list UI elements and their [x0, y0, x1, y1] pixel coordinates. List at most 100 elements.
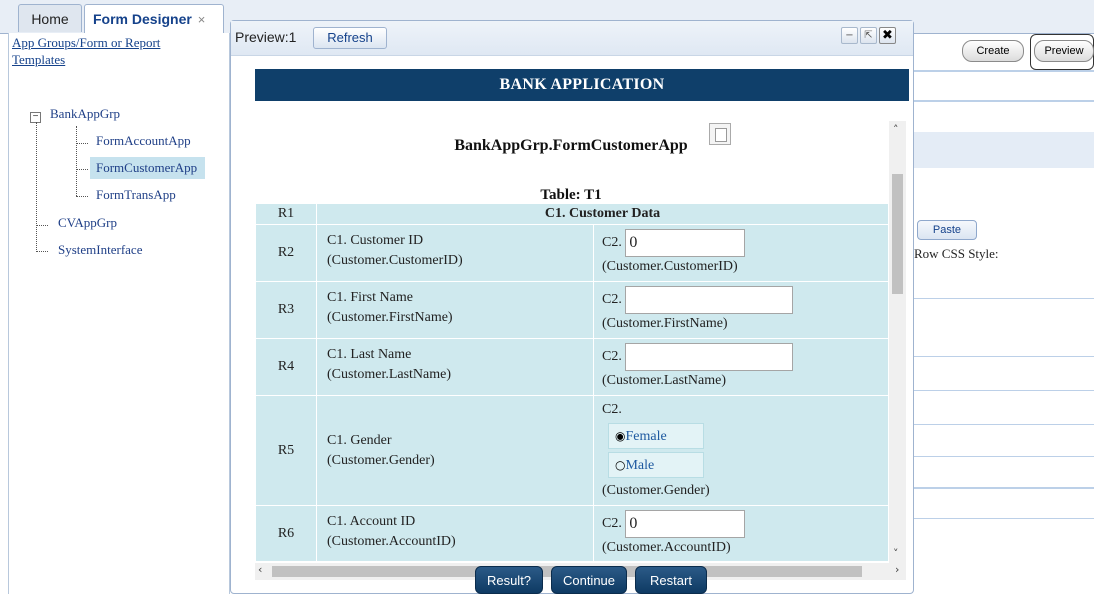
field-binding: (Customer.LastName): [327, 367, 452, 382]
table-row: R5 C1. Gender (Customer.Gender) C2. ◉Fema…: [255, 395, 889, 506]
tree-connector: [76, 196, 88, 197]
tab-form-designer-label: Form Designer: [93, 11, 192, 27]
account-id-input[interactable]: 0: [625, 510, 746, 538]
row-number: R1: [255, 203, 317, 225]
tree-connector: [36, 122, 37, 252]
table-row: R3 C1. First Name (Customer.FirstName) C2…: [255, 281, 889, 339]
tab-home-label: Home: [31, 11, 69, 27]
table-row: R6 C1. Account ID (Customer.AccountID) C2…: [255, 505, 889, 561]
row-number: R2: [255, 224, 317, 282]
divider: [914, 456, 1094, 457]
tree-node-bankappgrp[interactable]: BankAppGrp: [50, 106, 120, 122]
tree-connector: [76, 169, 88, 170]
radio-selected-icon: ◉: [615, 429, 626, 443]
field-label: C1. Customer ID (Customer.CustomerID): [316, 224, 594, 282]
field-label-text: C1. Last Name: [327, 347, 412, 362]
field-label-text: C1. Account ID: [327, 514, 416, 529]
field-binding: (Customer.FirstName): [602, 316, 728, 331]
tree-root-link[interactable]: App Groups/Form or Report Templates: [12, 34, 202, 68]
tree-connector: [76, 126, 77, 196]
preview-button[interactable]: Preview: [1034, 40, 1094, 62]
form-title: BankAppGrp.FormCustomerApp: [454, 137, 688, 154]
app-banner: BANK APPLICATION: [255, 69, 909, 101]
create-button[interactable]: Create: [962, 40, 1024, 62]
divider: [914, 390, 1094, 391]
divider: [914, 356, 1094, 357]
field-label-text: C1. First Name: [327, 290, 413, 305]
tab-form-designer[interactable]: Form Designer ×: [84, 4, 224, 34]
gender-radio-female[interactable]: ◉Female: [608, 423, 704, 449]
vertical-scrollbar[interactable]: ˄ ˅: [889, 121, 906, 567]
field-value-cell: C2. 0 (Customer.AccountID): [593, 505, 889, 561]
customer-id-input[interactable]: 0: [625, 229, 746, 257]
vertical-scroll-thumb[interactable]: [892, 174, 903, 294]
field-binding: (Customer.CustomerID): [327, 253, 463, 268]
last-name-input[interactable]: [625, 343, 794, 371]
field-label: C1. First Name (Customer.FirstName): [316, 281, 594, 339]
field-binding: (Customer.CustomerID): [602, 259, 738, 274]
tree-connector: [36, 251, 48, 252]
dialog-title: Preview:1: [235, 29, 297, 45]
table-title: Table: T1: [540, 187, 602, 203]
tab-home[interactable]: Home: [18, 4, 82, 32]
field-label: C1. Last Name (Customer.LastName): [316, 338, 594, 396]
table-row: R1 C1. Customer Data: [255, 203, 889, 225]
scroll-down-icon[interactable]: ˅: [893, 547, 899, 560]
field-binding: (Customer.Gender): [327, 452, 435, 468]
document-icon[interactable]: [709, 123, 731, 145]
dialog-header[interactable]: Preview:1 Refresh − ⇱ ✖: [231, 21, 913, 56]
table-row: R2 C1. Customer ID (Customer.CustomerID) …: [255, 224, 889, 282]
field-label-text: C1. Gender: [327, 432, 392, 448]
field-prefix: C2.: [602, 235, 622, 251]
restore-icon[interactable]: ⇱: [860, 27, 877, 44]
table-header-cell: C1. Customer Data: [316, 203, 889, 225]
refresh-button[interactable]: Refresh: [313, 27, 387, 49]
row-number: R5: [255, 395, 317, 506]
gender-radio-male[interactable]: ○Male: [608, 452, 704, 478]
form-viewport[interactable]: BankAppGrp.FormCustomerApp Table: T1 R1 …: [255, 121, 915, 561]
field-prefix: C2.: [602, 516, 622, 532]
field-label: C1. Account ID (Customer.AccountID): [316, 505, 594, 561]
close-icon[interactable]: ×: [198, 12, 206, 27]
field-value-cell: C2. ◉Female ○Male (Customer.Gender): [593, 395, 889, 506]
tree-connector: [36, 225, 48, 226]
first-name-input[interactable]: [625, 286, 794, 314]
row-number: R3: [255, 281, 317, 339]
table-row: R4 C1. Last Name (Customer.LastName) C2. …: [255, 338, 889, 396]
field-binding: (Customer.AccountID): [602, 540, 731, 555]
tree-node-formtransapp[interactable]: FormTransApp: [96, 187, 176, 203]
scroll-left-icon[interactable]: ‹: [258, 563, 262, 576]
restart-button[interactable]: Restart: [635, 566, 707, 594]
field-value-cell: C2. (Customer.FirstName): [593, 281, 889, 339]
radio-label: Male: [625, 458, 655, 473]
result-button[interactable]: Result?: [475, 566, 543, 594]
field-binding: (Customer.LastName): [602, 373, 727, 388]
row-css-style-label: Row CSS Style:: [914, 246, 999, 261]
field-prefix: C2.: [602, 292, 622, 308]
field-label: C1. Gender (Customer.Gender): [316, 395, 594, 506]
tree-node-systeminterface[interactable]: SystemInterface: [58, 242, 142, 258]
radio-unselected-icon: ○: [615, 458, 626, 472]
field-binding: (Customer.FirstName): [327, 310, 453, 325]
continue-button[interactable]: Continue: [551, 566, 627, 594]
field-prefix: C2.: [602, 402, 622, 417]
field-binding: (Customer.Gender): [602, 483, 710, 498]
tree-connector: [76, 143, 88, 144]
field-label-text: C1. Customer ID: [327, 233, 424, 248]
close-icon[interactable]: ✖: [879, 27, 896, 44]
minimize-icon[interactable]: −: [841, 27, 858, 44]
radio-label: Female: [625, 429, 667, 444]
tree-node-formcustomerapp[interactable]: FormCustomerApp: [90, 157, 206, 179]
divider: [914, 518, 1094, 519]
divider: [914, 298, 1094, 299]
field-binding: (Customer.AccountID): [327, 534, 456, 549]
paste-button[interactable]: Paste: [917, 220, 977, 240]
scroll-right-icon[interactable]: ›: [895, 563, 899, 576]
divider: [914, 70, 1094, 72]
divider: [914, 487, 1094, 489]
field-prefix: C2.: [602, 349, 622, 365]
tree-node-formaccountapp[interactable]: FormAccountApp: [96, 133, 191, 149]
tree-node-cvappgrp[interactable]: CVAppGrp: [58, 215, 117, 231]
field-value-cell: C2. 0 (Customer.CustomerID): [593, 224, 889, 282]
scroll-up-icon[interactable]: ˄: [893, 123, 899, 136]
